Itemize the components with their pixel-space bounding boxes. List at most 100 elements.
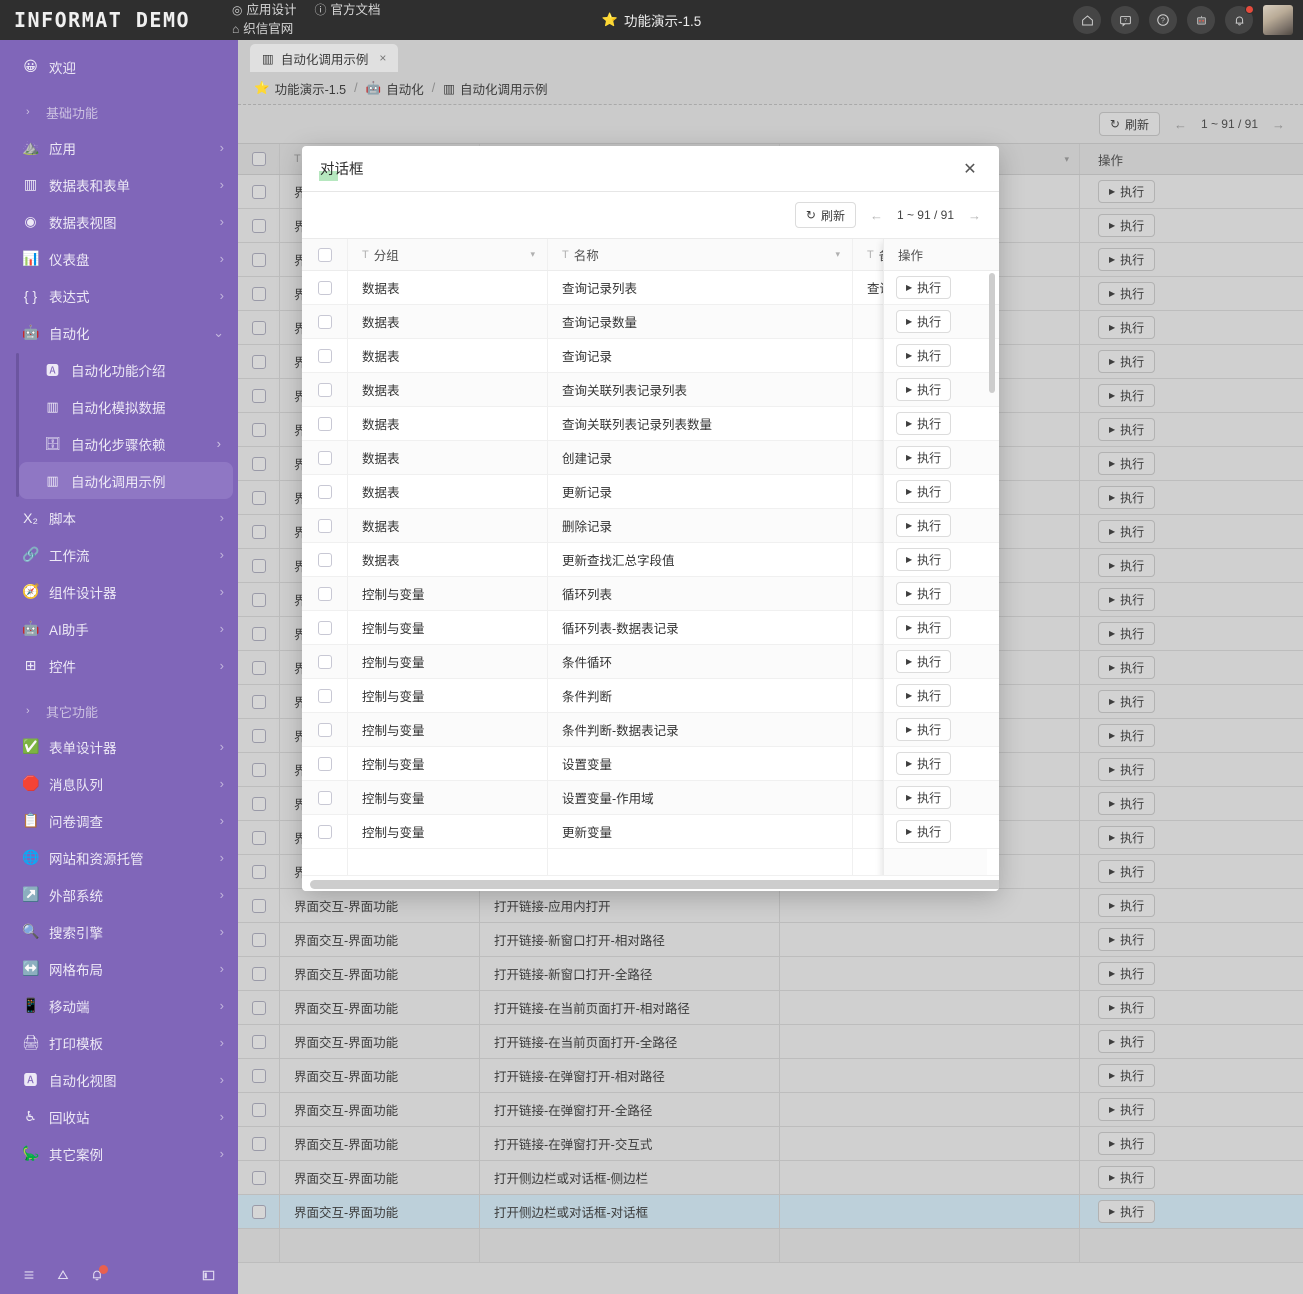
execute-button[interactable]: ▶ 执行 bbox=[1098, 248, 1156, 271]
row-checkbox[interactable] bbox=[251, 490, 266, 505]
execute-button[interactable]: ▶ 执行 bbox=[1098, 996, 1156, 1019]
home-icon[interactable] bbox=[1073, 6, 1101, 34]
row-checkbox[interactable] bbox=[251, 1136, 266, 1151]
execute-button[interactable]: ▶ 执行 bbox=[1098, 1200, 1156, 1223]
bell-icon[interactable] bbox=[1225, 5, 1254, 34]
sidebar-item-mobile[interactable]: 📱 移动端 › bbox=[0, 987, 238, 1024]
row-checkbox[interactable] bbox=[317, 348, 332, 363]
row-checkbox[interactable] bbox=[251, 728, 266, 743]
row-checkbox[interactable] bbox=[251, 932, 266, 947]
table-row[interactable]: 界面交互-界面功能 打开链接-新窗口打开-相对路径 ▶ 执行 bbox=[238, 923, 1303, 957]
select-all-checkbox[interactable] bbox=[317, 247, 332, 262]
row-checkbox[interactable] bbox=[317, 586, 332, 601]
row-checkbox[interactable] bbox=[251, 456, 266, 471]
execute-button[interactable]: ▶ 执行 bbox=[1098, 724, 1156, 747]
breadcrumb-item-app[interactable]: ⭐ 功能演示-1.5 bbox=[254, 79, 346, 98]
table-row[interactable]: 界面交互-界面功能 打开链接-应用内打开 ▶ 执行 bbox=[238, 889, 1303, 923]
avatar[interactable] bbox=[1263, 5, 1293, 35]
table-row[interactable]: 界面交互-界面功能 打开链接-在弹窗打开-相对路径 ▶ 执行 bbox=[238, 1059, 1303, 1093]
panel-toggle-icon[interactable] bbox=[201, 1268, 216, 1283]
row-checkbox[interactable] bbox=[317, 552, 332, 567]
row-checkbox[interactable] bbox=[317, 518, 332, 533]
alert-icon[interactable] bbox=[56, 1268, 70, 1282]
row-checkbox[interactable] bbox=[251, 252, 266, 267]
sidebar-item-apps[interactable]: ⛰️ 应用 › bbox=[0, 129, 238, 166]
execute-button[interactable]: ▶ 执行 bbox=[896, 310, 952, 333]
execute-button[interactable]: ▶ 执行 bbox=[1098, 282, 1156, 305]
sidebar-item-search-engine[interactable]: 🔍 搜索引擎 › bbox=[0, 913, 238, 950]
execute-button[interactable]: ▶ 执行 bbox=[896, 276, 952, 299]
row-checkbox[interactable] bbox=[251, 218, 266, 233]
row-checkbox[interactable] bbox=[317, 824, 332, 839]
sidebar-group-basic[interactable]: › 基础功能 bbox=[0, 95, 238, 129]
execute-button[interactable]: ▶ 执行 bbox=[896, 820, 952, 843]
execute-button[interactable]: ▶ 执行 bbox=[1098, 1132, 1156, 1155]
execute-button[interactable]: ▶ 执行 bbox=[896, 718, 952, 741]
execute-button[interactable]: ▶ 执行 bbox=[896, 616, 952, 639]
row-checkbox[interactable] bbox=[317, 314, 332, 329]
sidebar-item-widgets[interactable]: ⊞ 控件 › bbox=[0, 647, 238, 684]
sidebar-item-component-designer[interactable]: 🧭 组件设计器 › bbox=[0, 573, 238, 610]
sidebar-item-tables-forms[interactable]: ▥ 数据表和表单 › bbox=[0, 166, 238, 203]
execute-button[interactable]: ▶ 执行 bbox=[1098, 588, 1156, 611]
row-checkbox[interactable] bbox=[317, 688, 332, 703]
execute-button[interactable]: ▶ 执行 bbox=[896, 446, 952, 469]
chevron-down-icon[interactable]: ▾ bbox=[835, 249, 840, 260]
row-checkbox[interactable] bbox=[251, 898, 266, 913]
execute-button[interactable]: ▶ 执行 bbox=[896, 650, 952, 673]
execute-button[interactable]: ▶ 执行 bbox=[1098, 316, 1156, 339]
sidebar-item-automation-intro[interactable]: 🅰 自动化功能介绍 bbox=[19, 351, 233, 388]
execute-button[interactable]: ▶ 执行 bbox=[1098, 792, 1156, 815]
sidebar-item-welcome[interactable]: 😀 欢迎 bbox=[0, 48, 238, 85]
row-checkbox[interactable] bbox=[251, 966, 266, 981]
row-checkbox[interactable] bbox=[251, 422, 266, 437]
table-row[interactable]: 界面交互-界面功能 打开侧边栏或对话框-侧边栏 ▶ 执行 bbox=[238, 1161, 1303, 1195]
row-checkbox[interactable] bbox=[317, 484, 332, 499]
execute-button[interactable]: ▶ 执行 bbox=[1098, 520, 1156, 543]
top-nav-official-site[interactable]: ⌂ 织信官网 bbox=[232, 20, 293, 39]
row-checkbox[interactable] bbox=[251, 184, 266, 199]
row-checkbox[interactable] bbox=[251, 558, 266, 573]
sidebar-item-expressions[interactable]: { } 表达式 › bbox=[0, 277, 238, 314]
sidebar-item-automation-view[interactable]: 🅰 自动化视图 › bbox=[0, 1061, 238, 1098]
execute-button[interactable]: ▶ 执行 bbox=[896, 480, 952, 503]
row-checkbox[interactable] bbox=[251, 286, 266, 301]
row-checkbox[interactable] bbox=[251, 388, 266, 403]
row-checkbox[interactable] bbox=[251, 1000, 266, 1015]
row-checkbox[interactable] bbox=[251, 354, 266, 369]
execute-button[interactable]: ▶ 执行 bbox=[1098, 452, 1156, 475]
table-row[interactable]: 界面交互-界面功能 打开链接-在弹窗打开-全路径 ▶ 执行 bbox=[238, 1093, 1303, 1127]
row-checkbox[interactable] bbox=[317, 382, 332, 397]
row-checkbox[interactable] bbox=[317, 416, 332, 431]
execute-button[interactable]: ▶ 执行 bbox=[1098, 860, 1156, 883]
sidebar-item-automation-step-deps[interactable]: 🗄 自动化步骤依赖 › bbox=[19, 425, 233, 462]
row-checkbox[interactable] bbox=[251, 796, 266, 811]
row-checkbox[interactable] bbox=[251, 660, 266, 675]
execute-button[interactable]: ▶ 执行 bbox=[896, 582, 952, 605]
execute-button[interactable]: ▶ 执行 bbox=[1098, 826, 1156, 849]
execute-button[interactable]: ▶ 执行 bbox=[1098, 1030, 1156, 1053]
next-page-icon[interactable]: → bbox=[968, 208, 981, 223]
sidebar-item-recycle-bin[interactable]: ♿ 回收站 › bbox=[0, 1098, 238, 1135]
close-icon[interactable]: ✕ bbox=[959, 158, 981, 180]
column-header-name[interactable]: T 名称 ▾ bbox=[548, 239, 853, 270]
table-row[interactable]: 界面交互-界面功能 打开链接-新窗口打开-全路径 ▶ 执行 bbox=[238, 957, 1303, 991]
execute-button[interactable]: ▶ 执行 bbox=[1098, 656, 1156, 679]
sidebar-item-scripts[interactable]: X₂ 脚本 › bbox=[0, 499, 238, 536]
execute-button[interactable]: ▶ 执行 bbox=[896, 378, 952, 401]
sidebar-item-external-systems[interactable]: ↗️ 外部系统 › bbox=[0, 876, 238, 913]
dialog-refresh-button[interactable]: ↻ 刷新 bbox=[794, 202, 856, 228]
sidebar-item-automation[interactable]: 🤖 自动化 ⌄ bbox=[0, 314, 238, 351]
execute-button[interactable]: ▶ 执行 bbox=[1098, 962, 1156, 985]
execute-button[interactable]: ▶ 执行 bbox=[896, 344, 952, 367]
table-row[interactable]: 界面交互-界面功能 打开侧边栏或对话框-对话框 ▶ 执行 bbox=[238, 1195, 1303, 1229]
row-checkbox[interactable] bbox=[251, 626, 266, 641]
execute-button[interactable]: ▶ 执行 bbox=[1098, 758, 1156, 781]
execute-button[interactable]: ▶ 执行 bbox=[1098, 384, 1156, 407]
table-row[interactable]: 界面交互-界面功能 打开链接-在当前页面打开-相对路径 ▶ 执行 bbox=[238, 991, 1303, 1025]
execute-button[interactable]: ▶ 执行 bbox=[1098, 1166, 1156, 1189]
row-checkbox[interactable] bbox=[317, 722, 332, 737]
table-row[interactable]: 界面交互-界面功能 打开链接-在弹窗打开-交互式 ▶ 执行 bbox=[238, 1127, 1303, 1161]
sidebar-item-table-views[interactable]: ◉ 数据表视图 › bbox=[0, 203, 238, 240]
execute-button[interactable]: ▶ 执行 bbox=[896, 514, 952, 537]
